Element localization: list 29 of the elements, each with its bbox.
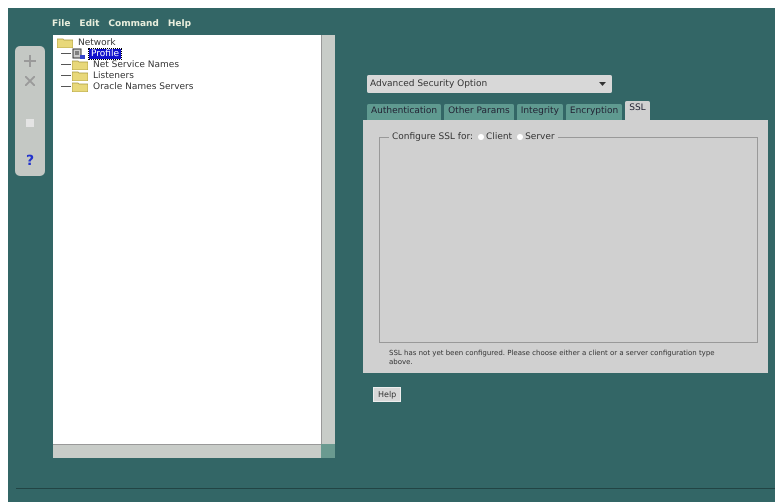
menu-item[interactable]: Help bbox=[168, 19, 192, 29]
help-button[interactable]: ? bbox=[23, 152, 37, 170]
folder-icon bbox=[72, 82, 88, 92]
tree-item[interactable]: Network bbox=[76, 38, 118, 48]
menu-item[interactable]: Edit bbox=[79, 19, 100, 29]
tab[interactable]: Other Params bbox=[444, 104, 514, 120]
vertical-scrollbar[interactable] bbox=[321, 35, 335, 444]
tab[interactable]: Integrity bbox=[516, 104, 563, 120]
profile-icon bbox=[72, 48, 86, 60]
horizontal-scrollbar[interactable] bbox=[53, 444, 321, 458]
folder-icon bbox=[57, 38, 73, 48]
tab[interactable]: Encryption bbox=[566, 104, 622, 120]
help-button[interactable]: Help bbox=[373, 387, 402, 402]
dropdown[interactable]: Advanced Security Option bbox=[367, 75, 612, 93]
radio-button[interactable]: Client bbox=[478, 132, 512, 142]
caret-icon bbox=[599, 82, 606, 86]
menu-item[interactable]: File bbox=[52, 19, 70, 29]
folder-icon bbox=[72, 70, 88, 80]
group-title: Configure SSL for: bbox=[392, 132, 474, 142]
tree-item[interactable]: Net Service Names bbox=[91, 60, 182, 70]
tab[interactable]: SSL bbox=[625, 101, 650, 120]
scrollbar-corner bbox=[321, 444, 335, 458]
folder-icon bbox=[72, 60, 88, 70]
tree-item[interactable]: Oracle Names Servers bbox=[91, 82, 196, 92]
tree-item[interactable]: Profile bbox=[89, 48, 121, 58]
tab[interactable]: Authentication bbox=[367, 104, 442, 120]
radio-button[interactable]: Server bbox=[517, 132, 555, 142]
tree-item[interactable]: Listeners bbox=[91, 70, 136, 80]
menu-item[interactable]: Command bbox=[108, 19, 159, 29]
